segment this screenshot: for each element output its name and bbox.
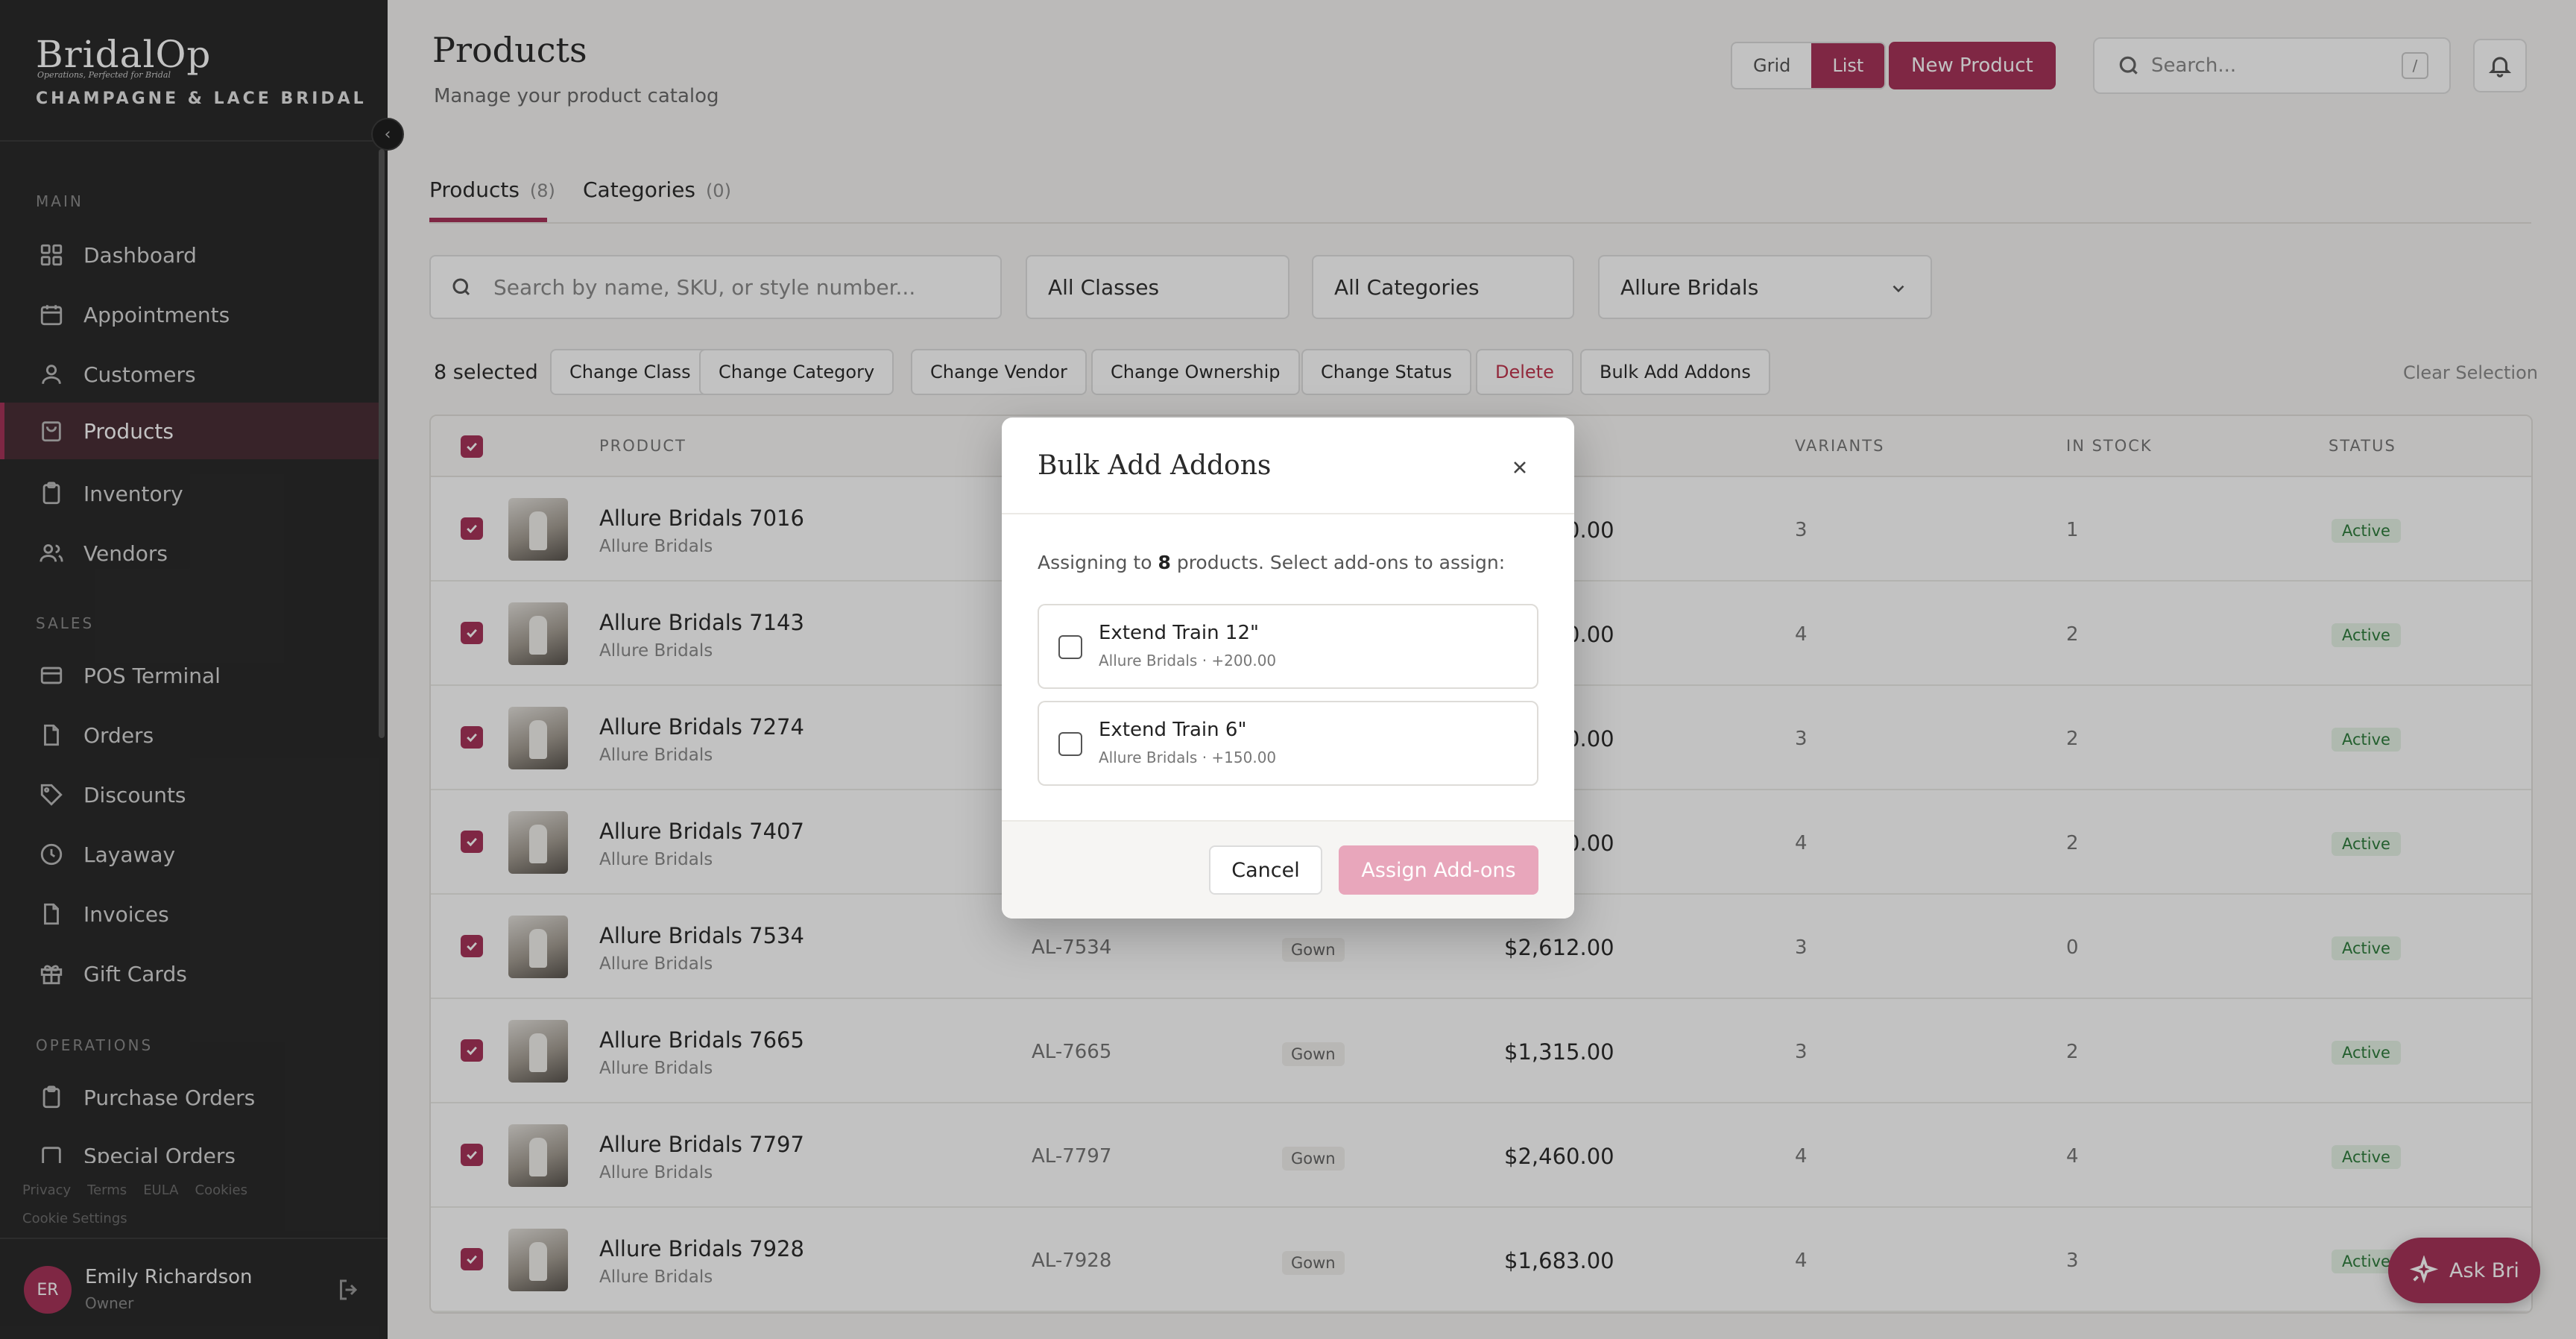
addon-option[interactable]: Extend Train 12" Allure Bridals · +200.0…	[1038, 604, 1538, 689]
assign-addons-button[interactable]: Assign Add-ons	[1339, 845, 1538, 895]
addon-name: Extend Train 12"	[1099, 622, 1259, 644]
close-modal-button[interactable]	[1501, 449, 1538, 486]
cancel-button[interactable]: Cancel	[1209, 845, 1322, 895]
assign-count: 8	[1158, 552, 1171, 573]
bulk-add-addons-modal: Bulk Add Addons Assigning to 8 products.…	[1002, 418, 1574, 919]
assign-prefix: Assigning to	[1038, 552, 1152, 573]
addon-option[interactable]: Extend Train 6" Allure Bridals · +150.00	[1038, 701, 1538, 786]
addon-name: Extend Train 6"	[1099, 719, 1247, 741]
assign-suffix: products. Select add-ons to assign:	[1176, 552, 1506, 573]
assign-instructions: Assigning to 8 products. Select add-ons …	[1038, 552, 1505, 573]
addon-checkbox[interactable]	[1058, 732, 1082, 756]
addon-detail: Allure Bridals · +200.00	[1099, 652, 1277, 670]
modal-divider	[1002, 513, 1574, 514]
addon-detail: Allure Bridals · +150.00	[1099, 749, 1277, 766]
modal-title: Bulk Add Addons	[1038, 450, 1272, 481]
close-icon	[1514, 461, 1526, 473]
addon-checkbox[interactable]	[1058, 635, 1082, 659]
